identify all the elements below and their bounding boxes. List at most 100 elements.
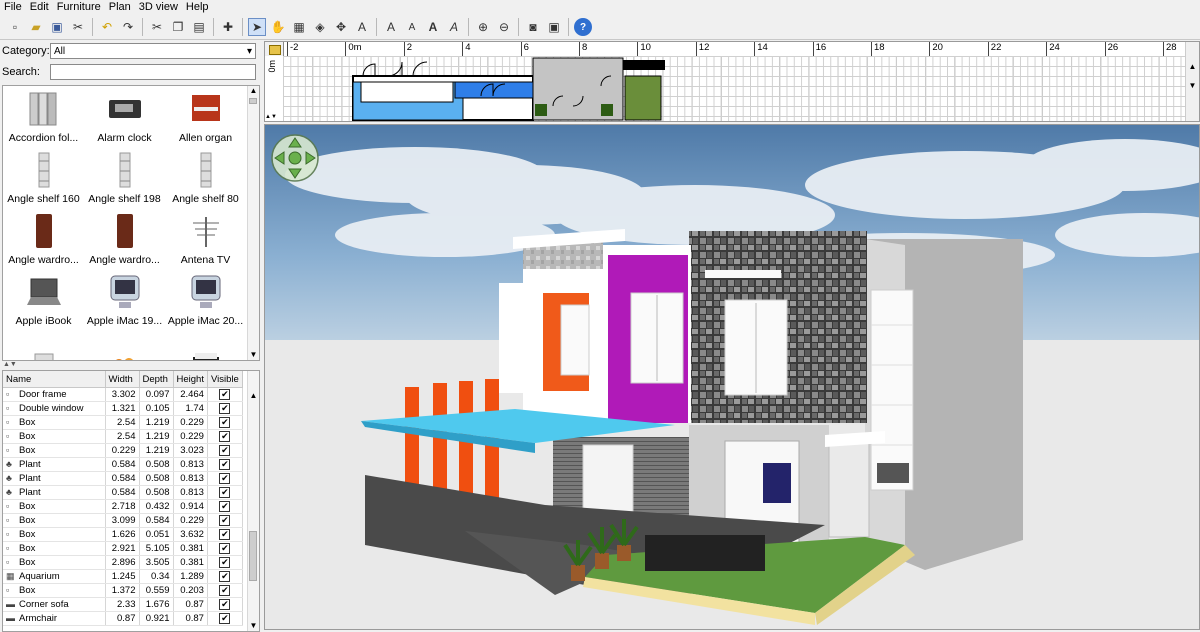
table-scrollbar[interactable]: ▲ ▼ bbox=[247, 371, 259, 631]
panel-splitter[interactable]: ▲▼ bbox=[0, 361, 265, 368]
plan-grid[interactable] bbox=[283, 56, 1187, 122]
visible-checkbox[interactable]: ✔ bbox=[219, 613, 231, 624]
visible-checkbox[interactable]: ✔ bbox=[219, 529, 231, 540]
scroll-up-icon[interactable]: ▲ bbox=[248, 86, 259, 96]
menu-file[interactable]: File bbox=[0, 0, 26, 14]
increase-text-icon[interactable]: A bbox=[382, 18, 400, 36]
visible-checkbox[interactable]: ✔ bbox=[219, 473, 231, 484]
3d-view[interactable] bbox=[264, 124, 1200, 630]
italic-text-icon[interactable]: A bbox=[445, 18, 463, 36]
menu-furniture[interactable]: Furniture bbox=[53, 0, 105, 14]
visible-checkbox[interactable]: ✔ bbox=[219, 445, 231, 456]
add-text-icon[interactable]: A bbox=[353, 18, 371, 36]
scroll-thumb[interactable] bbox=[249, 98, 257, 104]
table-row[interactable]: ▫ Box 2.718 0.432 0.914 ✔ bbox=[3, 499, 243, 514]
catalog-item[interactable]: Accordion fol... bbox=[3, 86, 84, 147]
visible-checkbox[interactable]: ✔ bbox=[219, 585, 231, 596]
menu-help[interactable]: Help bbox=[182, 0, 213, 14]
catalog-item[interactable]: Angle shelf 198 bbox=[84, 147, 165, 208]
plan-scrollbar[interactable]: ▲ ▼ bbox=[1185, 42, 1199, 121]
table-row[interactable]: ♣ Plant 0.584 0.508 0.813 ✔ bbox=[3, 471, 243, 486]
redo-icon[interactable]: ↷ bbox=[119, 18, 137, 36]
table-row[interactable]: ▫ Box 1.372 0.559 0.203 ✔ bbox=[3, 583, 243, 598]
paste-icon[interactable]: ▤ bbox=[190, 18, 208, 36]
catalog-item[interactable]: Angle wardro... bbox=[84, 208, 165, 269]
menu-edit[interactable]: Edit bbox=[26, 0, 53, 14]
select-arrow-icon[interactable]: ➤ bbox=[248, 18, 266, 36]
table-row[interactable]: ▬ Corner sofa 2.33 1.676 0.87 ✔ bbox=[3, 597, 243, 612]
column-header-visible[interactable]: Visible bbox=[207, 371, 243, 388]
column-header-depth[interactable]: Depth bbox=[139, 371, 174, 388]
scroll-down-icon[interactable]: ▼ bbox=[248, 350, 259, 360]
category-select[interactable]: All bbox=[50, 43, 256, 60]
cut-icon[interactable]: ✂ bbox=[148, 18, 166, 36]
table-row[interactable]: ▫ Double window 1.321 0.105 1.74 ✔ bbox=[3, 401, 243, 416]
pan-hand-icon[interactable]: ✋ bbox=[269, 18, 287, 36]
table-row[interactable]: ▫ Box 2.896 3.505 0.381 ✔ bbox=[3, 555, 243, 570]
catalog-item[interactable] bbox=[84, 330, 165, 360]
visible-checkbox[interactable]: ✔ bbox=[219, 557, 231, 568]
create-photo-icon[interactable]: ◙ bbox=[524, 18, 542, 36]
zoom-in-icon[interactable]: ⊕ bbox=[474, 18, 492, 36]
zoom-out-icon[interactable]: ⊖ bbox=[495, 18, 513, 36]
plan-view[interactable]: -2 0m 2 4 6 8 10 12 14 16 18 20 22 24 26 28 0m ▲ ▼ ▲▼ bbox=[264, 41, 1200, 122]
visible-checkbox[interactable]: ✔ bbox=[219, 543, 231, 554]
visible-checkbox[interactable]: ✔ bbox=[219, 431, 231, 442]
catalog-item[interactable]: Angle wardro... bbox=[3, 208, 84, 269]
table-row[interactable]: ▫ Box 0.229 1.219 3.023 ✔ bbox=[3, 443, 243, 458]
table-row[interactable]: ▫ Box 2.54 1.219 0.229 ✔ bbox=[3, 415, 243, 430]
search-input[interactable] bbox=[50, 64, 256, 80]
visible-checkbox[interactable]: ✔ bbox=[219, 389, 231, 400]
new-file-icon[interactable]: ▫ bbox=[6, 18, 24, 36]
catalog-scrollbar[interactable]: ▲ ▼ bbox=[247, 86, 259, 360]
create-video-icon[interactable]: ▣ bbox=[545, 18, 563, 36]
open-folder-icon[interactable]: ▰ bbox=[27, 18, 45, 36]
catalog-item[interactable] bbox=[3, 330, 84, 360]
create-walls-icon[interactable]: ▦ bbox=[290, 18, 308, 36]
catalog-item[interactable]: Allen organ bbox=[165, 86, 246, 147]
undo-icon[interactable]: ↶ bbox=[98, 18, 116, 36]
table-row[interactable]: ♣ Plant 0.584 0.508 0.813 ✔ bbox=[3, 485, 243, 500]
decrease-text-icon[interactable]: A bbox=[403, 18, 421, 36]
copy-icon[interactable]: ❐ bbox=[169, 18, 187, 36]
scroll-up-icon[interactable]: ▲ bbox=[1186, 62, 1199, 71]
catalog-item[interactable]: Angle shelf 160 bbox=[3, 147, 84, 208]
column-header-height[interactable]: Height bbox=[173, 371, 208, 388]
create-rooms-icon[interactable]: ◈ bbox=[311, 18, 329, 36]
column-header-name[interactable]: Name bbox=[3, 371, 106, 388]
visible-checkbox[interactable]: ✔ bbox=[219, 571, 231, 582]
catalog-item[interactable]: Apple iMac 20... bbox=[165, 269, 246, 330]
help-icon[interactable]: ? bbox=[574, 18, 592, 36]
3d-scene[interactable] bbox=[265, 125, 1200, 630]
column-header-width[interactable]: Width bbox=[105, 371, 140, 388]
catalog-item[interactable]: Angle shelf 80 bbox=[165, 147, 246, 208]
catalog-item[interactable]: Antena TV bbox=[165, 208, 246, 269]
table-row[interactable]: ▦ Aquarium 1.245 0.34 1.289 ✔ bbox=[3, 569, 243, 584]
catalog-item[interactable]: Apple iBook bbox=[3, 269, 84, 330]
catalog-item[interactable] bbox=[165, 330, 246, 360]
save-icon[interactable]: ▣ bbox=[48, 18, 66, 36]
catalog-item[interactable]: Apple iMac 19... bbox=[84, 269, 165, 330]
table-row[interactable]: ♣ Plant 0.584 0.508 0.813 ✔ bbox=[3, 457, 243, 472]
visible-checkbox[interactable]: ✔ bbox=[219, 487, 231, 498]
table-row[interactable]: ▫ Box 1.626 0.051 3.632 ✔ bbox=[3, 527, 243, 542]
add-furniture-icon[interactable]: ✚ bbox=[219, 18, 237, 36]
bold-text-icon[interactable]: A bbox=[424, 18, 442, 36]
visible-checkbox[interactable]: ✔ bbox=[219, 599, 231, 610]
cut-scissors-icon[interactable]: ✂ bbox=[69, 18, 87, 36]
scroll-up-icon[interactable]: ▲ bbox=[248, 391, 259, 401]
visible-checkbox[interactable]: ✔ bbox=[219, 417, 231, 428]
table-row[interactable]: ▫ Door frame 3.302 0.097 2.464 ✔ bbox=[3, 387, 243, 402]
floor-plan-drawing[interactable] bbox=[283, 56, 1187, 122]
menu-3d-view[interactable]: 3D view bbox=[135, 0, 182, 14]
create-dimensions-icon[interactable]: ✥ bbox=[332, 18, 350, 36]
scroll-down-icon[interactable]: ▼ bbox=[1186, 81, 1199, 90]
table-row[interactable]: ▬ Armchair 0.87 0.921 0.87 ✔ bbox=[3, 611, 243, 626]
navigation-arrows-icon[interactable] bbox=[270, 133, 320, 183]
table-row[interactable]: ▫ Box 3.099 0.584 0.229 ✔ bbox=[3, 513, 243, 528]
table-row[interactable]: ▫ Box 2.54 1.219 0.229 ✔ bbox=[3, 429, 243, 444]
table-row[interactable]: ▫ Box 2.921 5.105 0.381 ✔ bbox=[3, 541, 243, 556]
menu-plan[interactable]: Plan bbox=[105, 0, 135, 14]
visible-checkbox[interactable]: ✔ bbox=[219, 515, 231, 526]
visible-checkbox[interactable]: ✔ bbox=[219, 459, 231, 470]
